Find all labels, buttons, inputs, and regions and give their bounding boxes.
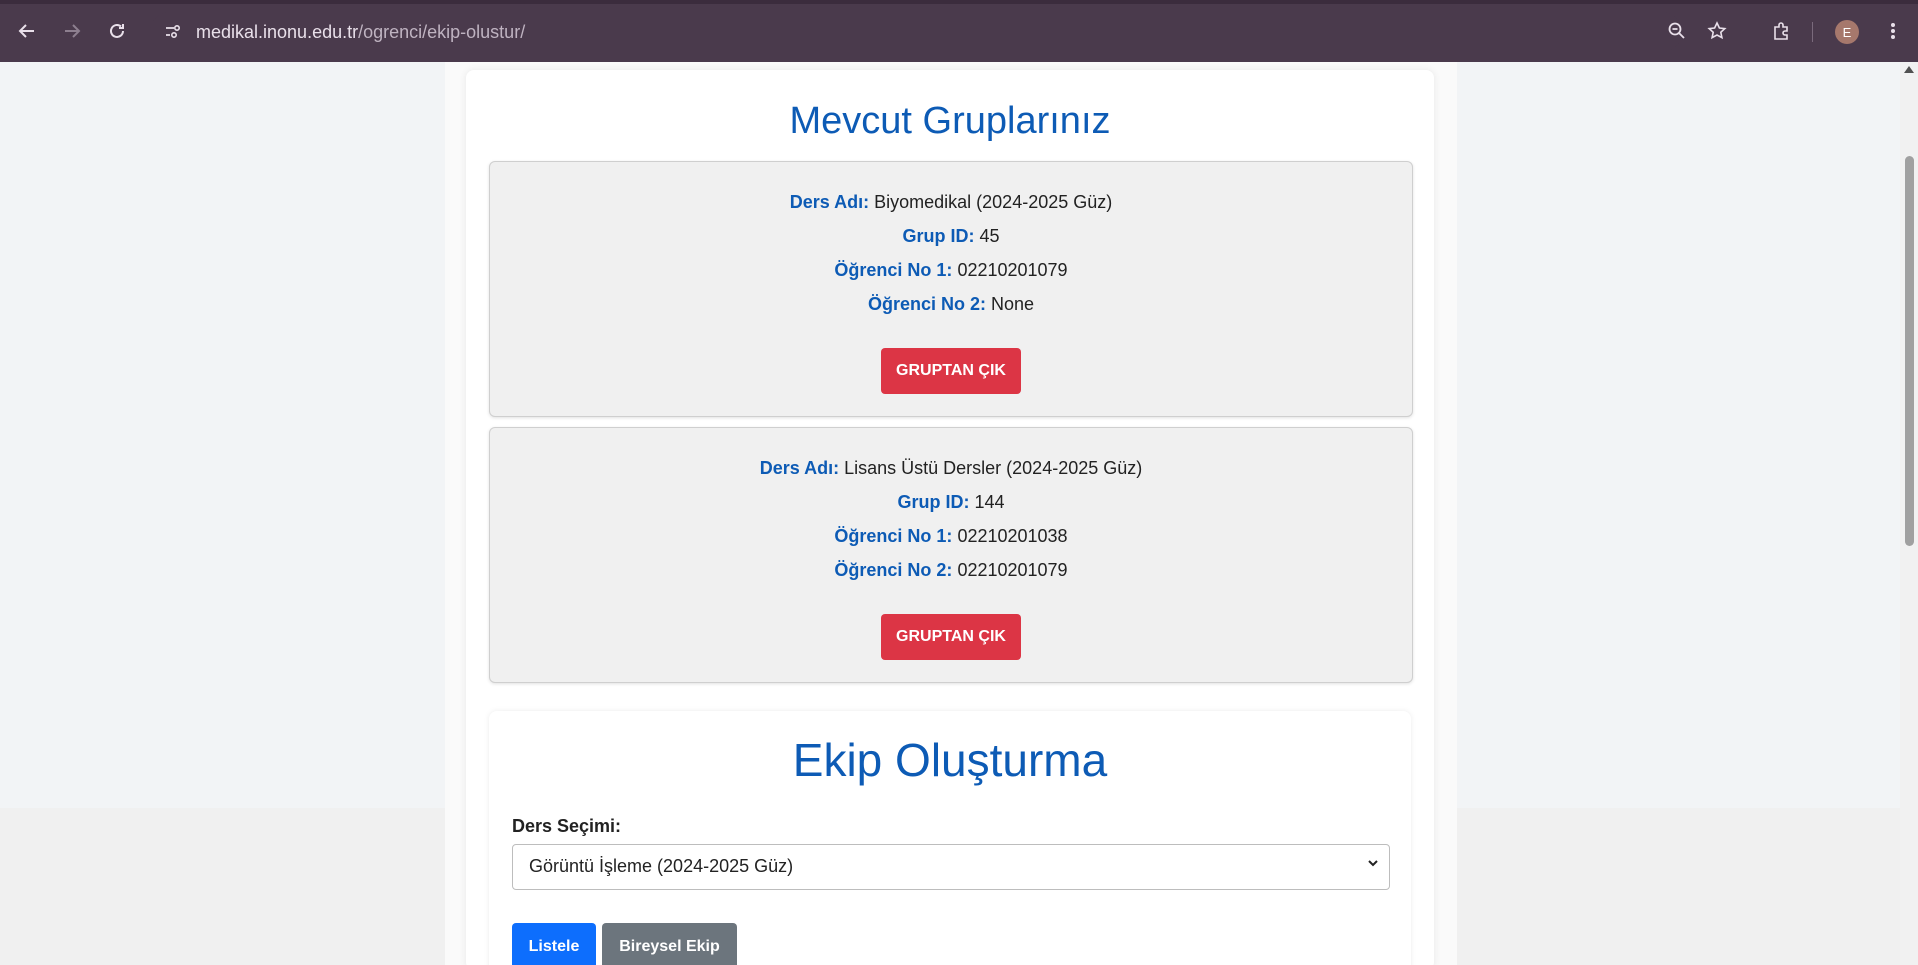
student1-label: Öğrenci No 1: (834, 260, 953, 280)
student2-line: Öğrenci No 2: None (490, 294, 1412, 315)
student1-label: Öğrenci No 1: (834, 526, 953, 546)
extensions-icon[interactable] (1763, 13, 1799, 49)
student2-label: Öğrenci No 2: (834, 560, 953, 580)
team-create-title: Ekip Oluşturma (792, 734, 1108, 786)
student2-label: Öğrenci No 2: (867, 294, 986, 314)
groups-title: Mevcut Gruplarınız (789, 100, 1111, 142)
leave-group-button[interactable]: GRUPTAN ÇIK (881, 348, 1021, 394)
main-container: Mevcut Gruplarınız Ders Adı: Biyomedikal… (466, 70, 1434, 965)
zoom-icon[interactable] (1659, 13, 1695, 49)
group-id-line: Grup ID: 45 (490, 226, 1412, 247)
reload-icon[interactable] (99, 13, 135, 49)
scrollbar-thumb[interactable] (1905, 156, 1914, 546)
address-bar[interactable]: medikal.inonu.edu.tr/ogrenci/ekip-olustu… (150, 12, 1682, 52)
group-id-label: Grup ID: (897, 492, 970, 512)
student2-line: Öğrenci No 2: 02210201079 (490, 560, 1412, 581)
student1-line: Öğrenci No 1: 02210201038 (490, 526, 1412, 547)
course-value: Biyomedikal (2024-2025 Güz) (874, 192, 1113, 212)
bookmark-star-icon[interactable] (1699, 13, 1735, 49)
student1-line: Öğrenci No 1: 02210201079 (490, 260, 1412, 281)
url-text: medikal.inonu.edu.tr/ogrenci/ekip-olustu… (196, 22, 525, 43)
scroll-up-arrow-icon[interactable] (1904, 66, 1914, 73)
course-select[interactable]: Görüntü İşleme (2024-2025 Güz) (512, 844, 1390, 890)
student2-value: 02210201079 (957, 560, 1068, 580)
group-id-label: Grup ID: (902, 226, 975, 246)
browser-toolbar: medikal.inonu.edu.tr/ogrenci/ekip-olustu… (0, 0, 1918, 62)
group-id-line: Grup ID: 144 (490, 492, 1412, 513)
group-id-value: 45 (979, 226, 1000, 246)
group-card: Ders Adı: Lisans Üstü Dersler (2024-2025… (489, 427, 1413, 683)
individual-team-button[interactable]: Bireysel Ekip (602, 923, 737, 965)
list-button[interactable]: Listele (512, 923, 596, 965)
site-info-icon[interactable] (162, 21, 184, 43)
group-course-line: Ders Adı: Lisans Üstü Dersler (2024-2025… (490, 458, 1412, 479)
page-viewport: Mevcut Gruplarınız Ders Adı: Biyomedikal… (0, 62, 1900, 965)
student2-value: None (991, 294, 1035, 314)
page-scrollbar[interactable] (1900, 62, 1918, 965)
back-icon[interactable] (9, 13, 45, 49)
course-select-label: Ders Seçimi: (512, 816, 622, 836)
course-label: Ders Adı: (789, 192, 870, 212)
chevron-down-icon (1367, 856, 1379, 872)
url-path: /ogrenci/ekip-olustur/ (358, 22, 526, 42)
url-host: medikal.inonu.edu.tr (196, 22, 359, 42)
course-select-value: Görüntü İşleme (2024-2025 Güz) (529, 856, 794, 876)
leave-group-button[interactable]: GRUPTAN ÇIK (881, 614, 1021, 660)
course-label: Ders Adı: (759, 458, 840, 478)
team-create-card: Ekip Oluşturma Ders Seçimi: Görüntü İşle… (489, 711, 1411, 965)
student1-value: 02210201038 (957, 526, 1068, 546)
profile-avatar[interactable]: E (1835, 20, 1859, 44)
tab-strip (0, 0, 1918, 4)
forward-icon[interactable] (54, 13, 90, 49)
course-value: Lisans Üstü Dersler (2024-2025 Güz) (844, 458, 1143, 478)
student1-value: 02210201079 (957, 260, 1068, 280)
menu-kebab-icon[interactable] (1875, 13, 1911, 49)
group-course-line: Ders Adı: Biyomedikal (2024-2025 Güz) (490, 192, 1412, 213)
toolbar-divider (1812, 22, 1813, 42)
group-id-value: 144 (974, 492, 1005, 512)
group-card: Ders Adı: Biyomedikal (2024-2025 Güz) Gr… (489, 161, 1413, 417)
